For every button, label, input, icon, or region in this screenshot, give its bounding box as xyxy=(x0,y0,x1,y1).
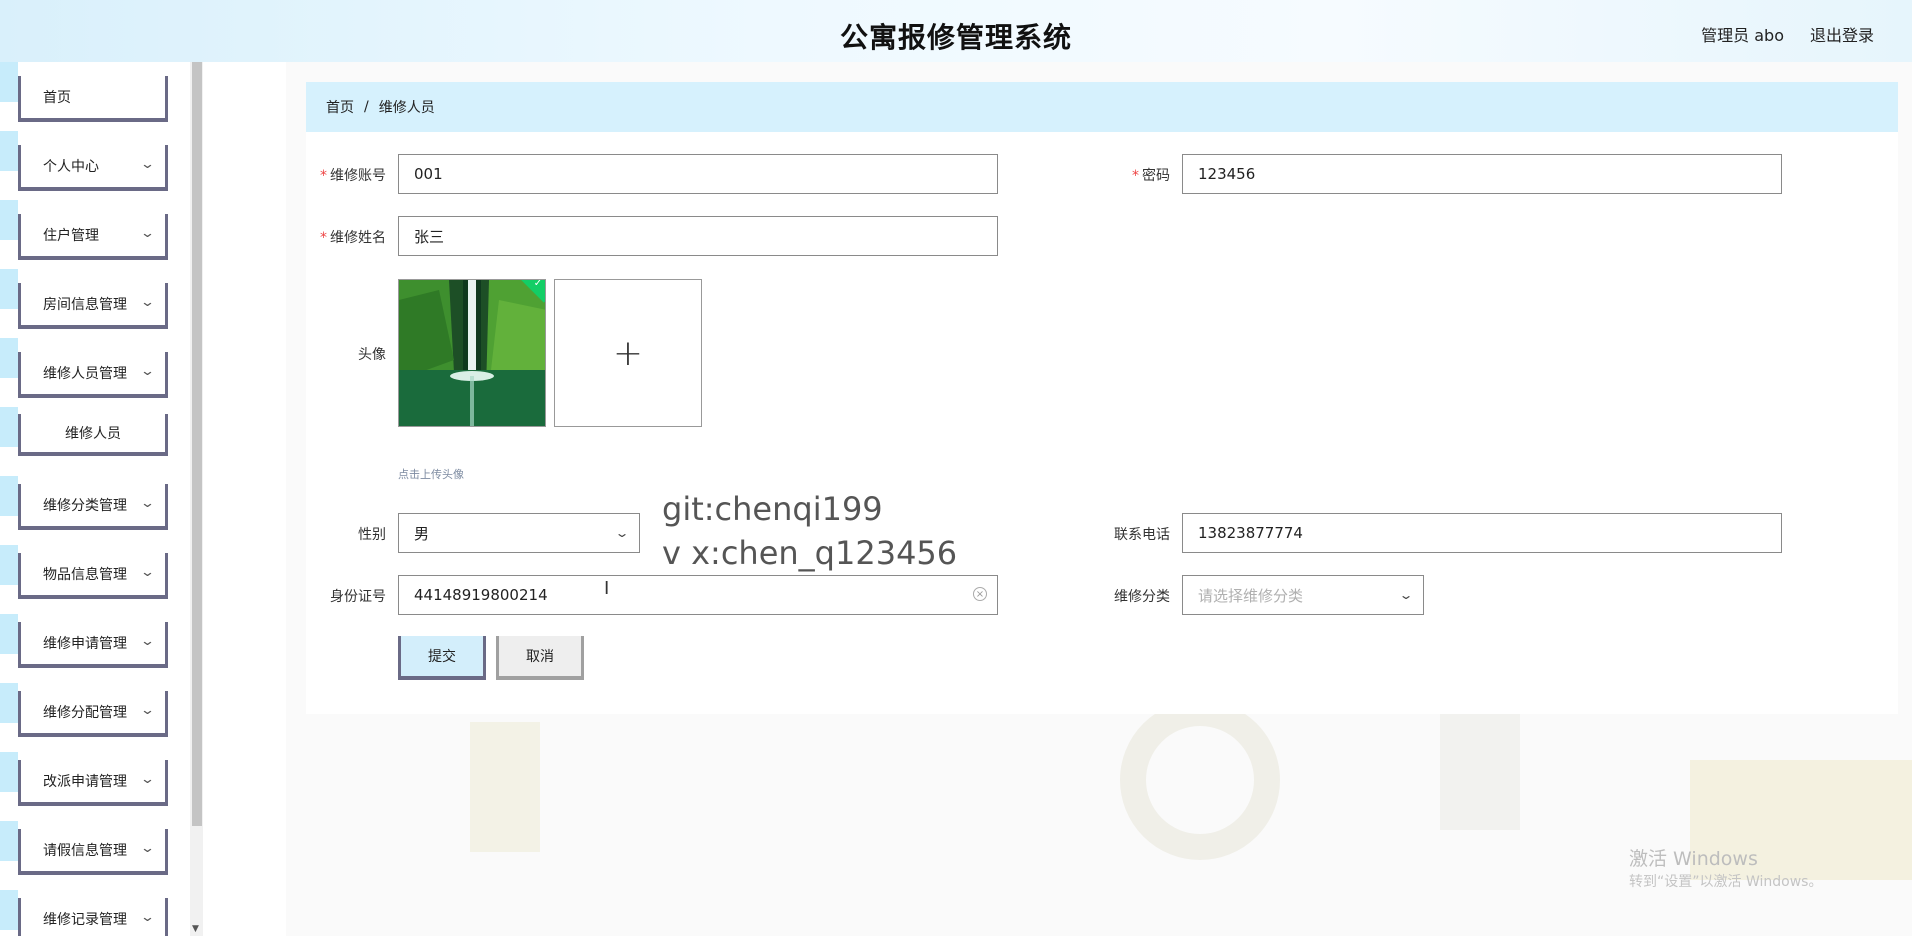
sidebar-item-leave-info[interactable]: 请假信息管理 ⌄ xyxy=(18,829,168,875)
password-value: 123456 xyxy=(1198,165,1256,183)
sidebar-item-personal-center[interactable]: 个人中心 ⌄ xyxy=(18,145,168,191)
gender-label: 性别 xyxy=(358,527,386,543)
sidebar-item-item-info[interactable]: 物品信息管理 ⌄ xyxy=(18,553,168,599)
account-input[interactable]: 001 xyxy=(398,154,998,194)
name-input[interactable]: 张三 xyxy=(398,216,998,256)
sidebar-item-label: 住户管理 xyxy=(43,228,99,244)
gender-value: 男 xyxy=(414,524,430,543)
sidebar-item-repair-category[interactable]: 维修分类管理 ⌄ xyxy=(18,484,168,530)
scroll-down-arrow-icon[interactable]: ▼ xyxy=(192,924,199,934)
category-label: 维修分类 xyxy=(1114,589,1170,605)
scrollbar-thumb[interactable] xyxy=(192,62,202,826)
sidebar-item-label: 维修记录管理 xyxy=(43,912,127,928)
overlay-text-wechat: v x:chen_q123456 xyxy=(662,534,958,572)
phone-input[interactable]: 13823877774 xyxy=(1182,513,1782,553)
windows-activation-subtitle: 转到“设置”以激活 Windows。 xyxy=(1629,874,1823,890)
sidebar-item-resident-management[interactable]: 住户管理 ⌄ xyxy=(18,214,168,260)
clear-icon[interactable]: × xyxy=(973,587,987,601)
submit-button[interactable]: 提交 xyxy=(398,636,486,680)
sidebar-item-label: 首页 xyxy=(43,90,71,106)
background-shape xyxy=(1120,700,1280,860)
name-value: 张三 xyxy=(414,227,445,246)
name-label: * 维修姓名 xyxy=(320,230,386,246)
chevron-down-icon: ⌄ xyxy=(139,910,156,925)
sidebar-item-label: 改派申请管理 xyxy=(43,774,127,790)
chevron-down-icon: ⌄ xyxy=(139,157,156,172)
sidebar-scrollbar[interactable]: ▼ xyxy=(190,62,203,936)
sidebar-item-repair-records[interactable]: 维修记录管理 ⌄ xyxy=(18,898,168,936)
chevron-down-icon: ⌄ xyxy=(139,772,156,787)
sidebar-item-label: 维修申请管理 xyxy=(43,636,127,652)
id-card-input[interactable]: 44148919800214 × xyxy=(398,575,998,615)
chevron-down-icon: ⌄ xyxy=(614,526,630,540)
sidebar-subitem-repair-staff[interactable]: 维修人员 xyxy=(18,414,168,456)
sidebar-item-repair-assignment[interactable]: 维修分配管理 ⌄ xyxy=(18,691,168,737)
chevron-down-icon: ⌄ xyxy=(139,364,156,379)
sidebar-item-repair-staff-management[interactable]: 维修人员管理 ⌄ xyxy=(18,352,168,398)
password-input[interactable]: 123456 xyxy=(1182,154,1782,194)
phone-label: 联系电话 xyxy=(1114,527,1170,543)
avatar-label: 头像 xyxy=(358,347,386,363)
logout-link[interactable]: 退出登录 xyxy=(1810,22,1874,46)
phone-value: 13823877774 xyxy=(1198,524,1303,542)
id-card-value: 44148919800214 xyxy=(414,586,548,604)
avatar-image[interactable]: ✓ xyxy=(398,279,546,427)
account-label: * 维修账号 xyxy=(320,168,386,184)
sidebar-item-label: 个人中心 xyxy=(43,159,99,175)
password-label: * 密码 xyxy=(1132,168,1170,184)
waterfall-image xyxy=(399,280,545,426)
upload-avatar-button[interactable]: + xyxy=(554,279,702,427)
account-value: 001 xyxy=(414,165,443,183)
sidebar-item-label: 维修分配管理 xyxy=(43,705,127,721)
sidebar-item-label: 维修分类管理 xyxy=(43,498,127,514)
windows-activation-title: 激活 Windows xyxy=(1629,848,1758,870)
chevron-down-icon: ⌄ xyxy=(139,226,156,241)
sidebar-item-label: 房间信息管理 xyxy=(43,297,127,313)
sidebar-item-home[interactable]: 首页 xyxy=(18,76,168,122)
sidebar-item-label: 维修人员 xyxy=(65,426,121,442)
chevron-down-icon: ⌄ xyxy=(139,841,156,856)
category-select[interactable]: 请选择维修分类 ⌄ xyxy=(1182,575,1424,615)
app-title: 公寓报修管理系统 xyxy=(839,21,1072,54)
sidebar-item-repair-request[interactable]: 维修申请管理 ⌄ xyxy=(18,622,168,668)
top-header: 公寓报修管理系统 管理员 abo 退出登录 xyxy=(0,0,1912,62)
chevron-down-icon: ⌄ xyxy=(139,634,156,649)
sidebar-stripe xyxy=(0,62,18,936)
text-cursor-icon: I xyxy=(604,578,610,599)
sidebar-item-room-info[interactable]: 房间信息管理 ⌄ xyxy=(18,283,168,329)
chevron-down-icon: ⌄ xyxy=(139,565,156,580)
id-card-label: 身份证号 xyxy=(330,589,386,605)
plus-icon: + xyxy=(612,332,644,374)
sidebar-item-reassign-request[interactable]: 改派申请管理 ⌄ xyxy=(18,760,168,806)
breadcrumb: 首页 / 维修人员 xyxy=(306,82,1898,132)
background-shape xyxy=(470,722,540,852)
sidebar-item-label: 物品信息管理 xyxy=(43,567,127,583)
chevron-down-icon: ⌄ xyxy=(1398,588,1414,602)
sidebar: 首页 个人中心 ⌄ 住户管理 ⌄ 房间信息管理 ⌄ 维修人员管理 ⌄ 维修人员 … xyxy=(0,62,203,936)
breadcrumb-home[interactable]: 首页 xyxy=(326,97,354,117)
background-shape xyxy=(1440,710,1520,830)
breadcrumb-separator: / xyxy=(364,99,369,115)
chevron-down-icon: ⌄ xyxy=(139,295,156,310)
gender-select[interactable]: 男 ⌄ xyxy=(398,513,640,553)
chevron-down-icon: ⌄ xyxy=(139,703,156,718)
sidebar-item-label: 请假信息管理 xyxy=(43,843,127,859)
overlay-text-git: git:chenqi199 xyxy=(662,490,883,528)
cancel-button[interactable]: 取消 xyxy=(496,636,584,680)
category-placeholder: 请选择维修分类 xyxy=(1198,586,1304,605)
chevron-down-icon: ⌄ xyxy=(139,496,156,511)
sidebar-item-label: 维修人员管理 xyxy=(43,366,127,382)
upload-hint: 点击上传头像 xyxy=(398,468,464,481)
user-info: 管理员 abo xyxy=(1701,26,1784,45)
breadcrumb-current: 维修人员 xyxy=(378,100,435,116)
